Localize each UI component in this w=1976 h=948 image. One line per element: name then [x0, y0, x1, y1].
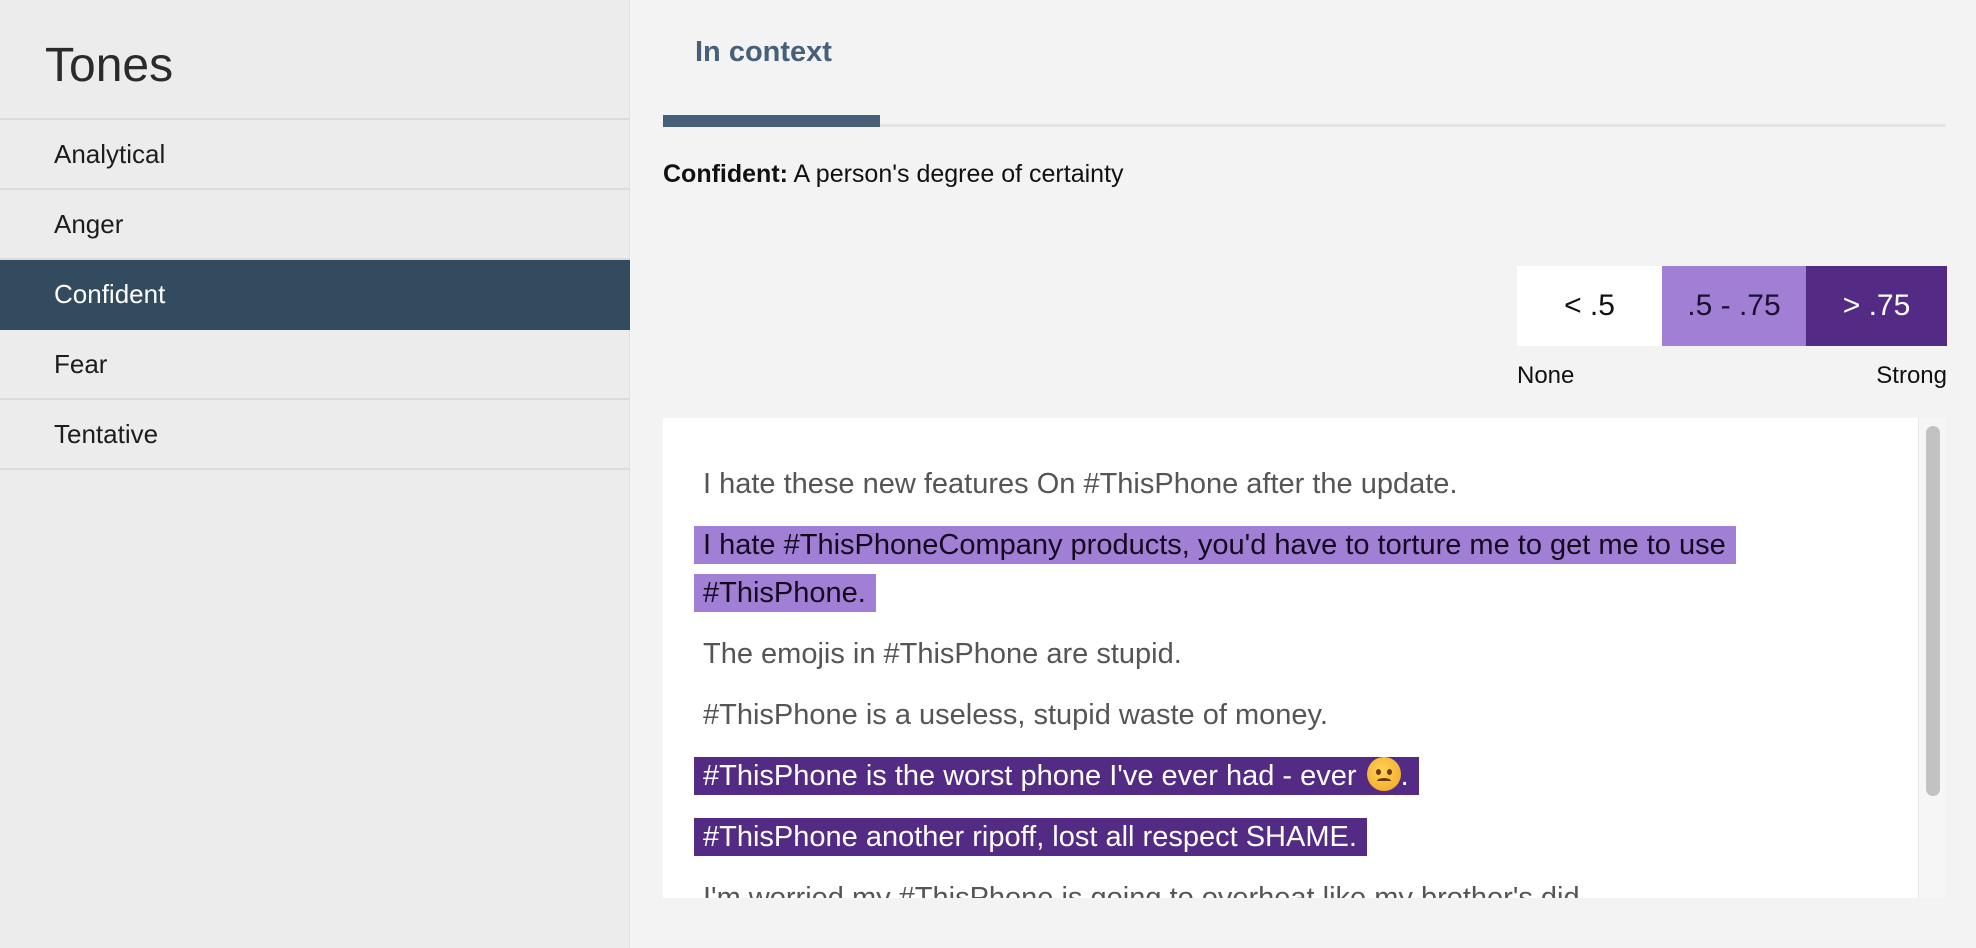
sidebar-item-analytical[interactable]: Analytical — [0, 120, 630, 190]
tab-label: In context — [695, 36, 832, 68]
sidebar-item-tentative[interactable]: Tentative — [0, 400, 630, 470]
legend-range-mid: .5 - .75 — [1662, 266, 1806, 346]
sentence-text: I hate these new features On #ThisPhone … — [703, 468, 1458, 500]
angry-face-icon — [1366, 757, 1401, 791]
sentence: I hate these new features On #ThisPhone … — [694, 460, 1864, 508]
legend-caption-none: None — [1517, 362, 1575, 389]
legend-caption-strong: Strong — [1876, 362, 1947, 389]
scrollbar-thumb[interactable] — [1926, 426, 1940, 796]
sentence-highlighted: #ThisPhone is the worst phone I've ever … — [694, 752, 1864, 800]
tones-sidebar: Tones Analytical Anger Confident Fear Te… — [0, 0, 630, 948]
sidebar-title: Tones — [45, 39, 174, 92]
scrollbar[interactable] — [1918, 418, 1945, 898]
sentence: #ThisPhone is a useless, stupid waste of… — [694, 691, 1864, 739]
sentence-text: #ThisPhone is the worst phone I've ever … — [703, 760, 1357, 792]
sentence-highlighted: I hate #ThisPhoneCompany products, you'd… — [694, 521, 1864, 617]
tab-active-indicator — [663, 115, 880, 127]
score-legend: < .5 .5 - .75 > .75 — [1517, 266, 1947, 346]
tab-in-context[interactable]: In context — [663, 0, 880, 127]
main-panel: In context Confident: A person's degree … — [631, 0, 1976, 948]
definition-term: Confident: — [663, 160, 788, 188]
sentence-list: I hate these new features On #ThisPhone … — [694, 460, 1864, 898]
sidebar-item-fear[interactable]: Fear — [0, 330, 630, 400]
sentence-text: I'm worried my #ThisPhone is going to ov… — [703, 882, 1588, 898]
sentence-text: I hate #ThisPhoneCompany products, you'd… — [694, 526, 1736, 612]
sentence: The emojis in #ThisPhone are stupid. — [694, 630, 1864, 678]
tab-bar: In context — [663, 0, 1946, 127]
tone-list: Analytical Anger Confident Fear Tentativ… — [0, 118, 630, 470]
definition-text: A person's degree of certainty — [793, 160, 1124, 188]
sentence-highlight: #ThisPhone is the worst phone I've ever … — [694, 757, 1419, 795]
sentence-text: #ThisPhone another ripoff, lost all resp… — [694, 818, 1367, 856]
sentence-suffix: . — [1400, 760, 1409, 792]
sentence-text: The emojis in #ThisPhone are stupid. — [703, 638, 1182, 670]
legend-range-low: < .5 — [1517, 266, 1662, 346]
sidebar-item-anger[interactable]: Anger — [0, 190, 630, 260]
analyzed-text-panel[interactable]: I hate these new features On #ThisPhone … — [663, 418, 1945, 898]
tone-definition: Confident: A person's degree of certaint… — [663, 160, 1124, 189]
sentence: I'm worried my #ThisPhone is going to ov… — [694, 874, 1864, 898]
sentence-highlighted: #ThisPhone another ripoff, lost all resp… — [694, 813, 1864, 861]
legend-range-high: > .75 — [1806, 266, 1947, 346]
sidebar-item-confident[interactable]: Confident — [0, 260, 630, 330]
sentence-text: #ThisPhone is a useless, stupid waste of… — [703, 699, 1328, 731]
